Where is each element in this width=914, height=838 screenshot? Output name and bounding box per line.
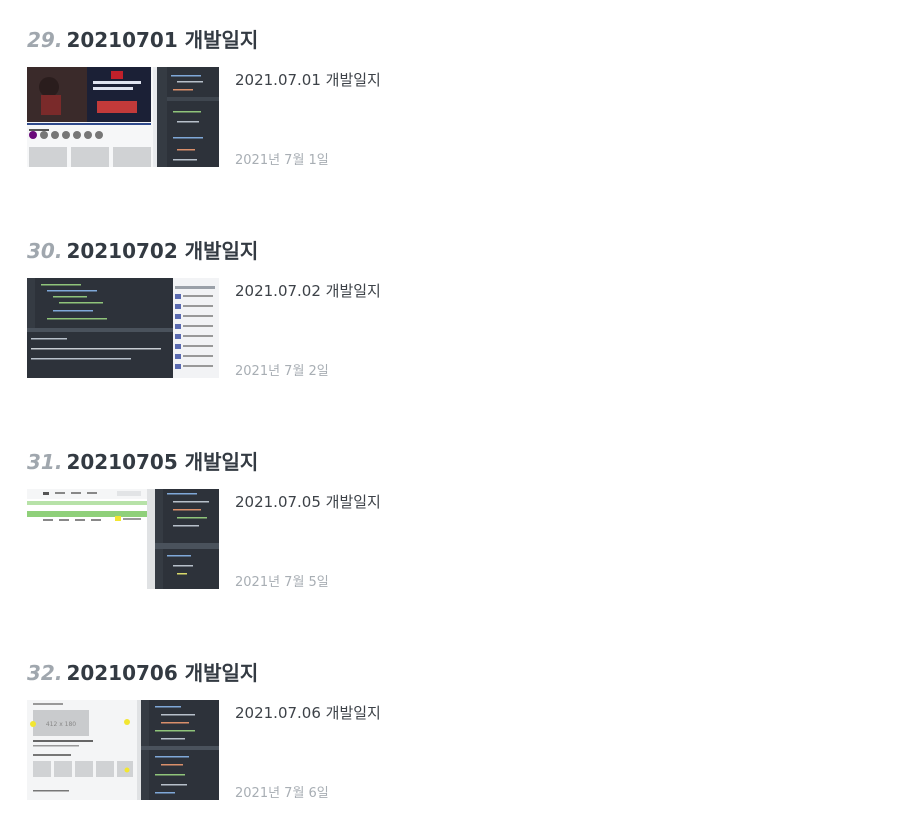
post-title[interactable]: 32. 20210706 개발일지 [27, 658, 258, 688]
post-title-text[interactable]: 20210705 개발일지 [66, 450, 258, 474]
post-item[interactable]: 32. 20210706 개발일지 412 x 180 2021.07.06 개… [27, 658, 887, 838]
post-thumbnail[interactable] [27, 278, 219, 378]
post-title[interactable]: 31. 20210705 개발일지 [27, 447, 258, 477]
post-number: 32. [27, 661, 63, 685]
post-title-text[interactable]: 20210702 개발일지 [66, 239, 258, 263]
post-number: 31. [27, 450, 63, 474]
post-thumbnail[interactable] [27, 489, 219, 589]
post-date: 2021년 7월 2일 [235, 364, 329, 379]
screenshot-thumbnail-icon [27, 278, 219, 378]
post-number: 29. [27, 28, 63, 52]
post-title-text[interactable]: 20210706 개발일지 [66, 661, 258, 685]
post-date: 2021년 7월 1일 [235, 153, 329, 168]
post-number: 30. [27, 239, 63, 263]
post-item[interactable]: 31. 20210705 개발일지 2021.07.05 개발일지 2021년 … [27, 447, 887, 627]
post-title[interactable]: 30. 20210702 개발일지 [27, 236, 258, 266]
post-description: 2021.07.05 개발일지 [235, 493, 381, 511]
screenshot-thumbnail-icon: 412 x 180 [27, 700, 219, 800]
post-date: 2021년 7월 5일 [235, 575, 329, 590]
post-description: 2021.07.02 개발일지 [235, 282, 381, 300]
post-date: 2021년 7월 6일 [235, 786, 329, 801]
post-item[interactable]: 29. 20210701 개발일지 2021.07.01 개발일지 2021년 … [27, 25, 887, 205]
post-description: 2021.07.06 개발일지 [235, 704, 381, 722]
screenshot-thumbnail-icon [27, 489, 219, 589]
post-thumbnail[interactable]: 412 x 180 [27, 700, 219, 800]
post-description: 2021.07.01 개발일지 [235, 71, 381, 89]
post-thumbnail[interactable] [27, 67, 219, 167]
post-title[interactable]: 29. 20210701 개발일지 [27, 25, 258, 55]
thumbnail-size-label: 412 x 180 [46, 721, 76, 728]
post-title-text[interactable]: 20210701 개발일지 [66, 28, 258, 52]
screenshot-thumbnail-icon [27, 67, 219, 167]
post-item[interactable]: 30. 20210702 개발일지 2021.07.02 개발일지 2021년 … [27, 236, 887, 416]
